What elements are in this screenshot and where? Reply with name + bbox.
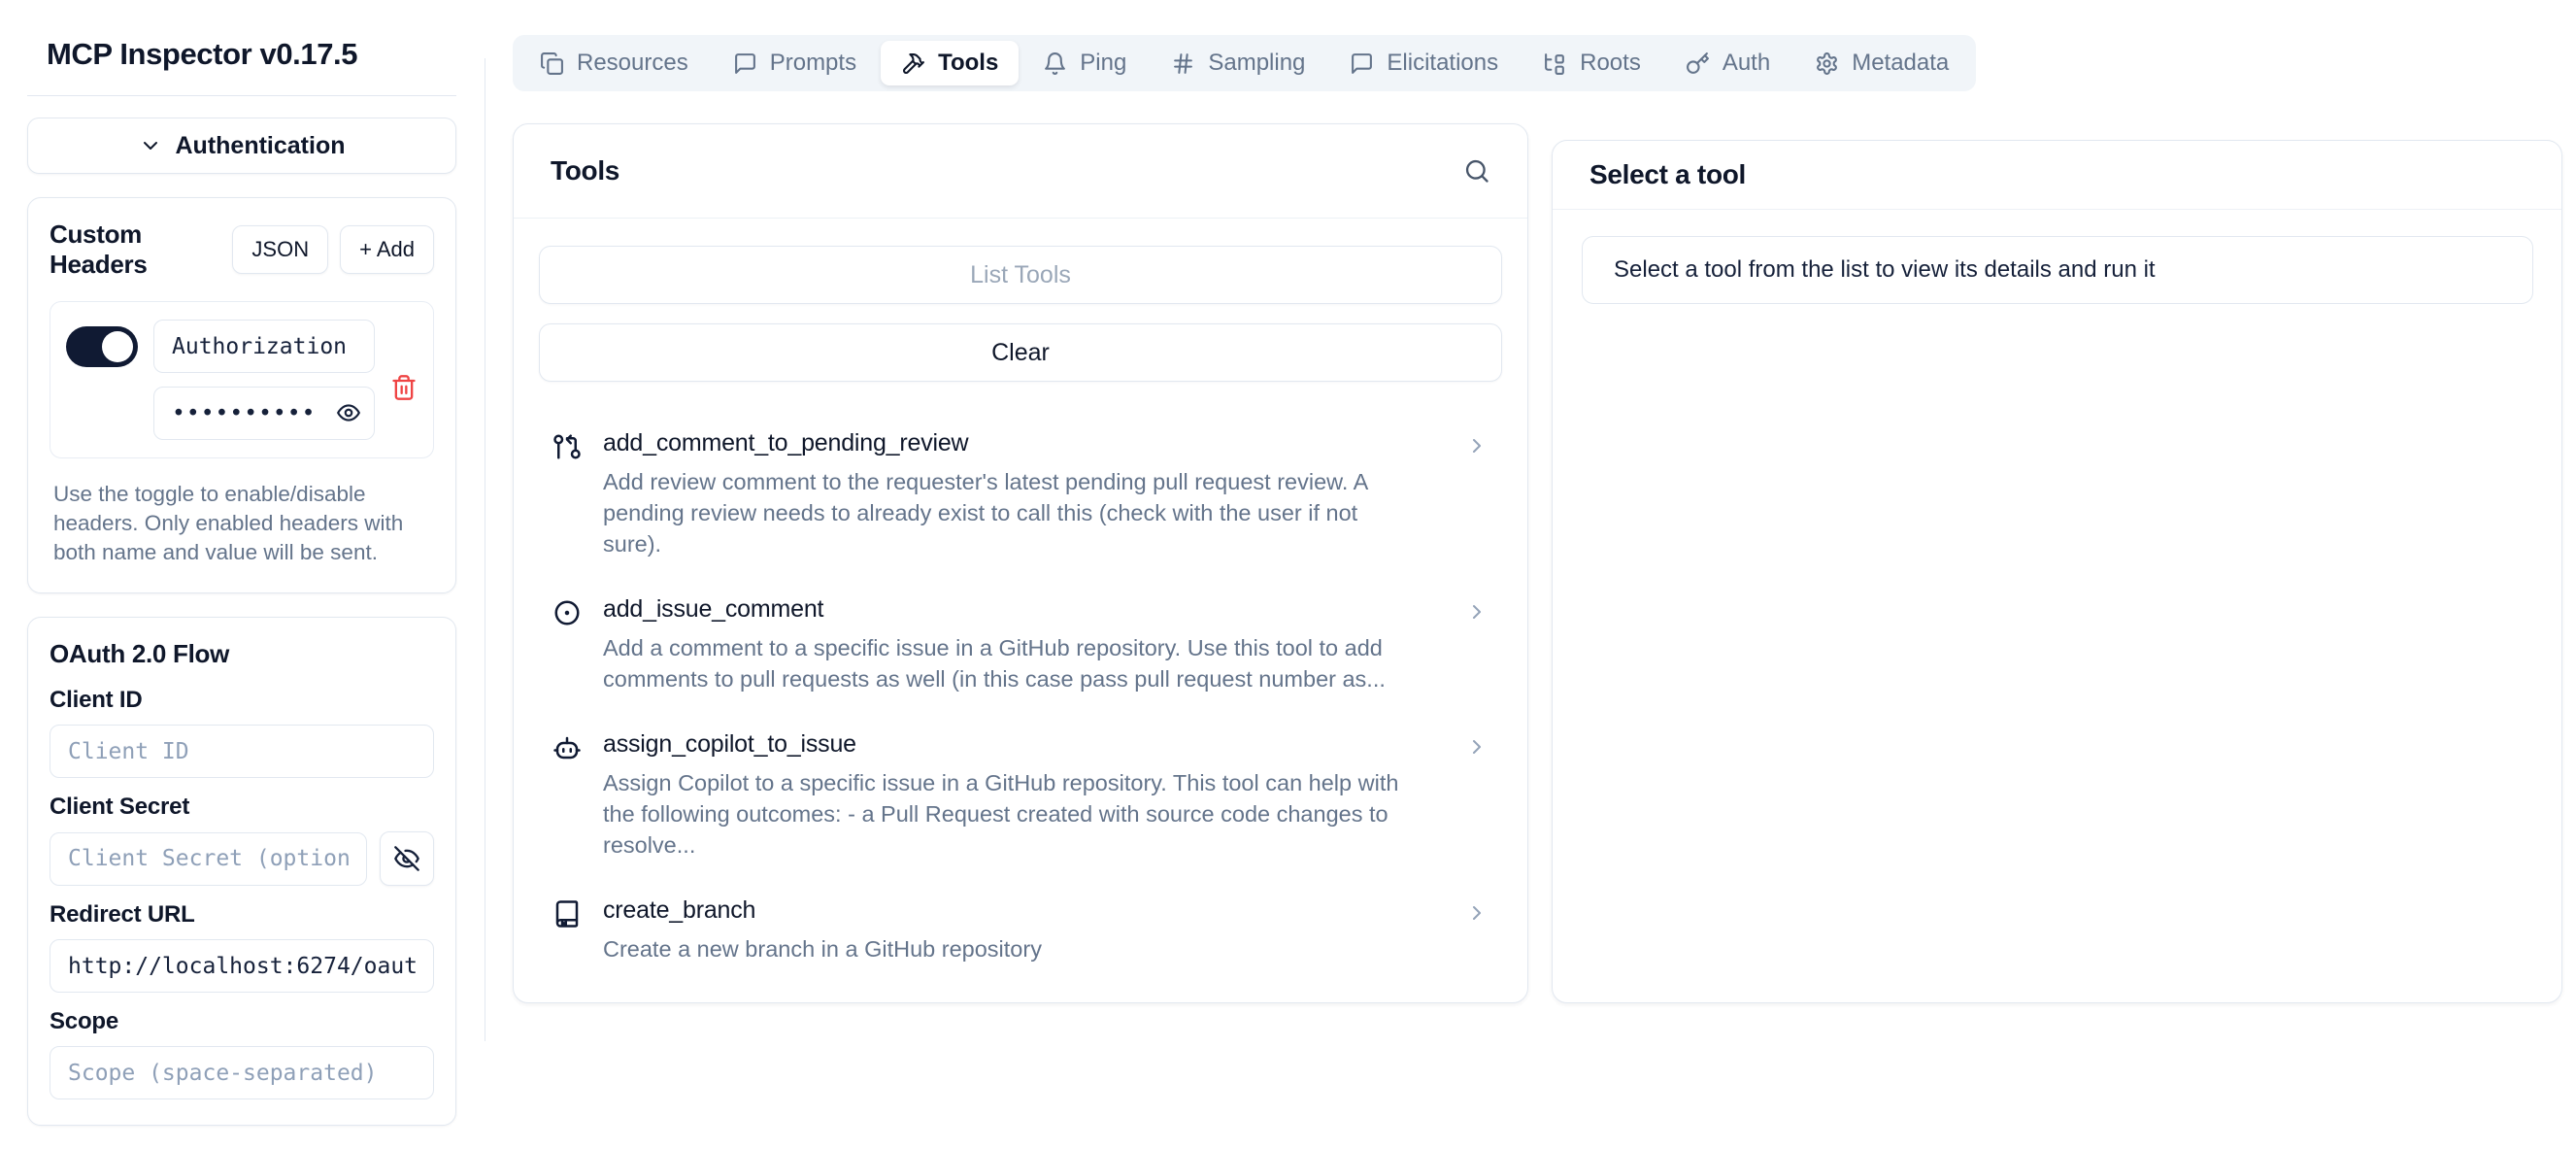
json-mode-button[interactable]: JSON — [232, 225, 328, 274]
detail-panel-title: Select a tool — [1589, 159, 1746, 190]
tool-description: Add review comment to the requester's la… — [603, 467, 1455, 560]
bell-icon — [1043, 51, 1067, 76]
message-square-icon — [1350, 51, 1374, 76]
tool-name: add_issue_comment — [603, 595, 1455, 624]
tools-panel: Tools List Tools Clear add_comment_to_pe… — [513, 123, 1528, 1003]
message-square-icon — [733, 51, 757, 76]
tab-elicitations[interactable]: Elicitations — [1329, 41, 1519, 85]
tab-label: Prompts — [770, 50, 856, 77]
tab-ping[interactable]: Ping — [1022, 41, 1147, 85]
chevron-right-icon — [1465, 600, 1489, 695]
oauth-title: OAuth 2.0 Flow — [50, 639, 434, 669]
oauth-flow-card: OAuth 2.0 Flow Client ID Client Secret R… — [27, 617, 456, 1126]
custom-headers-title: Custom Headers — [50, 220, 220, 280]
hash-icon — [1171, 51, 1195, 76]
scope-input[interactable] — [50, 1046, 434, 1099]
clear-button[interactable]: Clear — [539, 323, 1502, 382]
header-item-row — [50, 301, 434, 458]
redirect-url-input[interactable] — [50, 939, 434, 993]
circle-dot-icon — [552, 598, 603, 695]
files-icon — [540, 51, 564, 76]
book-icon — [552, 899, 603, 965]
tool-description: Create a new branch in a GitHub reposito… — [603, 934, 1455, 965]
header-enabled-toggle[interactable] — [66, 326, 138, 367]
tab-label: Resources — [577, 50, 688, 77]
main-tab-strip: Resources Prompts Tools Ping Sampling El… — [513, 35, 1976, 91]
tool-name: add_comment_to_pending_review — [603, 429, 1455, 457]
tool-list-item[interactable]: create_branch Create a new branch in a G… — [551, 882, 1490, 986]
custom-headers-help-text: Use the toggle to enable/disable headers… — [53, 480, 430, 567]
custom-headers-card: Custom Headers JSON + Add Use the — [27, 197, 456, 593]
trash-icon[interactable] — [390, 335, 418, 440]
git-pull-request-icon — [552, 432, 603, 560]
toggle-knob — [102, 331, 133, 362]
chevron-right-icon — [1465, 901, 1489, 965]
search-icon[interactable] — [1463, 157, 1490, 185]
empty-state-message: Select a tool from the list to view its … — [1582, 236, 2533, 304]
client-id-label: Client ID — [50, 687, 434, 714]
tool-name: assign_copilot_to_issue — [603, 730, 1455, 759]
tab-label: Tools — [938, 50, 998, 77]
tab-metadata[interactable]: Metadata — [1794, 41, 1969, 85]
tree-icon — [1543, 51, 1567, 76]
client-secret-input[interactable] — [50, 832, 367, 886]
tab-label: Elicitations — [1387, 50, 1498, 77]
scope-label: Scope — [50, 1008, 434, 1035]
tab-label: Auth — [1723, 50, 1770, 77]
tab-label: Ping — [1080, 50, 1126, 77]
hammer-icon — [901, 51, 925, 76]
tool-name: create_or_update_file — [603, 1000, 1455, 1003]
eye-off-icon[interactable] — [380, 831, 434, 886]
app-title: MCP Inspector v0.17.5 — [47, 37, 437, 72]
divider — [27, 95, 456, 96]
tab-tools[interactable]: Tools — [881, 41, 1019, 85]
client-id-input[interactable] — [50, 725, 434, 778]
tool-list: add_comment_to_pending_review Add review… — [539, 415, 1502, 1003]
bot-icon — [552, 733, 603, 862]
tool-list-item[interactable]: add_issue_comment Add a comment to a spe… — [551, 581, 1490, 716]
chevron-right-icon — [1465, 434, 1489, 560]
header-name-input[interactable] — [153, 320, 375, 373]
key-icon — [1686, 51, 1710, 76]
tab-auth[interactable]: Auth — [1665, 41, 1790, 85]
add-header-button[interactable]: + Add — [340, 225, 434, 274]
tab-prompts[interactable]: Prompts — [713, 41, 877, 85]
chevron-down-icon — [139, 134, 162, 157]
tool-description: Assign Copilot to a specific issue in a … — [603, 768, 1455, 862]
tool-list-item[interactable]: create_or_update_file Create or update a… — [551, 986, 1490, 1003]
tab-resources[interactable]: Resources — [519, 41, 709, 85]
authentication-collapse-button[interactable]: Authentication — [27, 118, 456, 174]
tools-panel-title: Tools — [551, 155, 619, 186]
authentication-label: Authentication — [176, 132, 346, 160]
tab-label: Sampling — [1208, 50, 1305, 77]
tool-description: Add a comment to a specific issue in a G… — [603, 633, 1455, 695]
chevron-right-icon — [1465, 735, 1489, 862]
list-tools-button[interactable]: List Tools — [539, 246, 1502, 304]
tool-name: create_branch — [603, 896, 1455, 925]
tab-roots[interactable]: Roots — [1522, 41, 1661, 85]
client-secret-label: Client Secret — [50, 794, 434, 821]
gear-icon — [1815, 51, 1839, 76]
eye-icon[interactable] — [336, 400, 361, 425]
tab-label: Roots — [1580, 50, 1641, 77]
sidebar: MCP Inspector v0.17.5 Authentication Cus… — [27, 0, 456, 1149]
tool-list-item[interactable]: assign_copilot_to_issue Assign Copilot t… — [551, 716, 1490, 882]
tab-label: Metadata — [1852, 50, 1949, 77]
redirect-url-label: Redirect URL — [50, 901, 434, 929]
tab-sampling[interactable]: Sampling — [1151, 41, 1325, 85]
tool-detail-panel: Select a tool Select a tool from the lis… — [1552, 140, 2562, 1003]
tool-list-item[interactable]: add_comment_to_pending_review Add review… — [551, 415, 1490, 581]
